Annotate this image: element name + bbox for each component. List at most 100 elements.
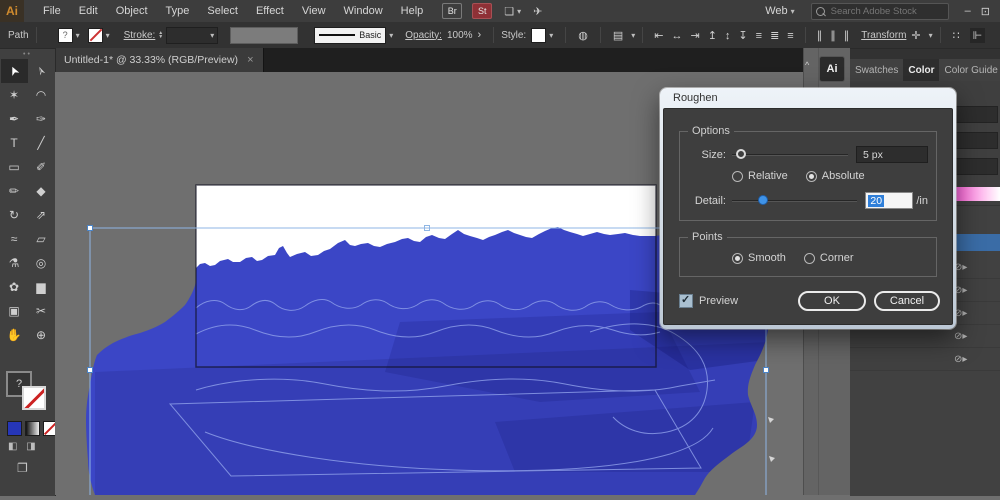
smooth-radio[interactable] [732, 253, 743, 264]
shear-icon[interactable]: ✛ [911, 29, 920, 42]
stock-badge[interactable]: St [472, 3, 492, 19]
fill-chevron-icon[interactable]: ▾ [76, 31, 80, 40]
tool-rectangle[interactable]: ▭ [1, 155, 28, 179]
corner-label[interactable]: Corner [820, 252, 854, 264]
menu-effect[interactable]: Effect [247, 5, 293, 17]
ok-button[interactable]: OK [798, 291, 866, 311]
style-chevron-icon[interactable]: ▾ [549, 31, 553, 40]
adobe-stock-search[interactable] [811, 3, 949, 20]
menu-object[interactable]: Object [107, 5, 157, 17]
align-6-icon[interactable]: ≡ [756, 30, 762, 42]
fx-icon[interactable]: ⊘▸ [954, 285, 967, 296]
fx-icon[interactable]: ⊘▸ [954, 331, 967, 342]
handle-left-middle[interactable] [88, 368, 93, 373]
minimize-button[interactable]: – [965, 5, 971, 17]
cancel-button[interactable]: Cancel [874, 291, 940, 311]
size-slider[interactable] [732, 149, 848, 160]
panel-grip[interactable]: •• [0, 49, 55, 59]
tool-free-transform[interactable]: ▱ [28, 227, 55, 251]
workspace-switcher-chevron-icon[interactable]: ▾ [517, 7, 521, 16]
distribute-2-icon[interactable]: ∥ [844, 30, 850, 42]
draw-modes[interactable]: ◧ ◨ [8, 441, 39, 452]
size-value-field[interactable]: 5 px [856, 146, 928, 163]
corner-radio[interactable] [804, 253, 815, 264]
doc-chevron-icon[interactable]: ▾ [631, 31, 635, 40]
profile-chevron-icon[interactable]: ▾ [389, 31, 393, 40]
close-icon[interactable]: × [247, 54, 253, 66]
fx-icon[interactable]: ⊘▸ [954, 354, 967, 365]
tool-line-segment[interactable]: ╱ [28, 131, 55, 155]
stroke-weight-dropdown[interactable]: ▾ [166, 27, 218, 44]
stroke-weight-label[interactable]: Stroke: [124, 30, 156, 41]
opacity-value[interactable]: 100% [447, 30, 473, 41]
align-5-icon[interactable]: ↧ [738, 30, 747, 42]
isolate-icon[interactable]: ∷ [953, 29, 960, 42]
tool-magic-wand[interactable]: ✶ [1, 83, 28, 107]
opacity-label[interactable]: Opacity: [405, 30, 442, 41]
fx-icon[interactable]: ⊘▸ [954, 308, 967, 319]
align-7-icon[interactable]: ≣ [770, 30, 779, 42]
document-tab[interactable]: Untitled-1* @ 33.33% (RGB/Preview) × [55, 48, 264, 72]
align-1-icon[interactable]: ↔ [671, 30, 682, 42]
tool-blend[interactable]: ◎ [28, 251, 55, 275]
variable-width-profile[interactable]: Basic [314, 27, 386, 44]
gradient-button[interactable] [25, 421, 40, 436]
detail-slider-knob[interactable] [758, 195, 768, 205]
fill-stroke-indicator[interactable]: ? [6, 371, 48, 411]
absolute-radio[interactable] [806, 171, 817, 182]
tool-curvature[interactable]: ✑ [28, 107, 55, 131]
panel-tab-color[interactable]: Color [903, 59, 939, 81]
detail-value-field[interactable]: 20 [865, 192, 913, 209]
preview-label[interactable]: Preview [699, 295, 738, 307]
workspace-switcher-icon[interactable]: ❏ [504, 5, 514, 18]
smooth-label[interactable]: Smooth [748, 252, 786, 264]
tool-zoom[interactable]: ⊕ [28, 323, 55, 347]
dock-collapse-icon[interactable]: ^ [805, 60, 809, 70]
panel-tab-swatches[interactable]: Swatches [850, 59, 903, 81]
document-setup-icon[interactable]: ◍ [578, 29, 588, 42]
absolute-label[interactable]: Absolute [822, 170, 865, 182]
color-button[interactable] [7, 421, 22, 436]
panel-toggle-icon[interactable]: ⊩ [970, 28, 986, 43]
align-2-icon[interactable]: ⇥ [690, 30, 699, 42]
tool-direct-selection[interactable]: ➢ [28, 59, 55, 83]
menu-type[interactable]: Type [157, 5, 199, 17]
tool-symbol-sprayer[interactable]: ✿ [1, 275, 28, 299]
preview-checkbox[interactable] [679, 294, 693, 308]
panel-tab-color-guide[interactable]: Color Guide [939, 59, 1000, 81]
detail-slider[interactable] [732, 195, 857, 206]
opacity-more-icon[interactable]: › [478, 29, 482, 41]
tool-hand[interactable]: ✋ [1, 323, 28, 347]
tool-slice[interactable]: ✂ [28, 299, 55, 323]
menu-view[interactable]: View [293, 5, 335, 17]
brush-definition-dropdown[interactable] [230, 27, 298, 44]
menu-edit[interactable]: Edit [70, 5, 107, 17]
relative-radio[interactable] [732, 171, 743, 182]
tool-lasso[interactable]: ◠ [28, 83, 55, 107]
menu-window[interactable]: Window [335, 5, 392, 17]
bridge-badge[interactable]: Br [442, 3, 462, 19]
preferences-icon[interactable]: ▤ [613, 29, 623, 42]
tool-width[interactable]: ≈ [1, 227, 28, 251]
tool-eyedropper[interactable]: ⚗ [1, 251, 28, 275]
menu-select[interactable]: Select [198, 5, 247, 17]
screen-mode-icon[interactable]: ❐ [17, 461, 28, 475]
fx-icon[interactable]: ⊘▸ [954, 262, 967, 273]
ai-panel-badge[interactable]: Ai [819, 56, 845, 82]
size-slider-knob[interactable] [736, 149, 746, 159]
menu-help[interactable]: Help [392, 5, 433, 17]
search-input[interactable] [829, 5, 944, 18]
tool-column-graph[interactable]: ▆ [28, 275, 55, 299]
stroke-swatch[interactable] [88, 28, 103, 43]
handle-top-left[interactable] [88, 226, 93, 231]
style-swatch[interactable] [531, 28, 546, 43]
distribute-1-icon[interactable]: ∥ [830, 30, 836, 42]
align-4-icon[interactable]: ↕ [725, 30, 731, 42]
tool-artboard[interactable]: ▣ [1, 299, 28, 323]
stroke-proxy[interactable] [22, 386, 46, 410]
tool-shaper[interactable]: ◆ [28, 179, 55, 203]
handle-right-middle[interactable] [764, 368, 769, 373]
transform-chevron-icon[interactable]: ▾ [929, 31, 933, 40]
workspace-dropdown[interactable]: Web ▾ [765, 5, 794, 17]
tool-pencil[interactable]: ✏ [1, 179, 28, 203]
